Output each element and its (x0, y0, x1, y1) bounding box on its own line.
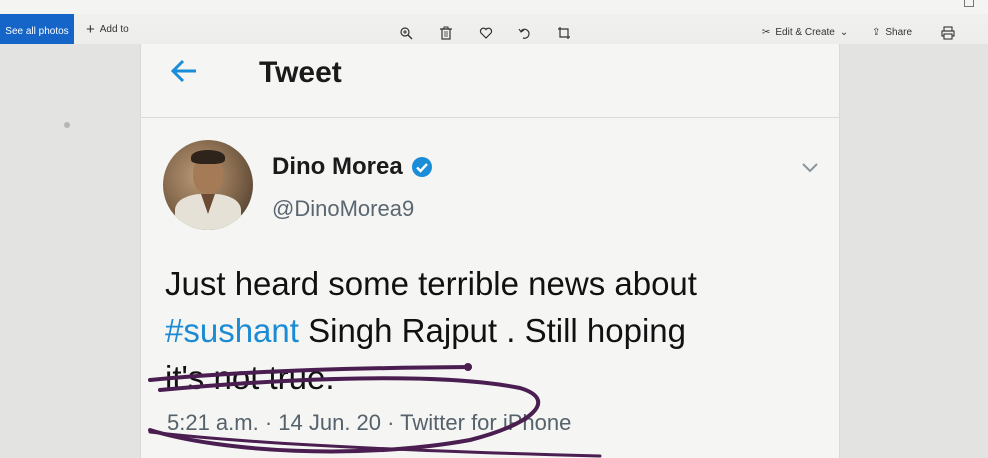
tweet-line-2: #sushant Singh Rajput . Still hoping (165, 307, 825, 354)
verified-badge-icon (411, 157, 432, 177)
edit-create-label: Edit & Create (775, 27, 835, 38)
author-name: Dino Morea (272, 153, 403, 180)
share-icon: ⇪ (872, 27, 881, 38)
author-name-row[interactable]: Dino Morea (272, 153, 433, 181)
share-label: Share (885, 27, 913, 38)
tweet-body: Just heard some terrible news about #sus… (165, 260, 825, 401)
avatar-hair (191, 150, 225, 164)
add-to-label: Add to (99, 24, 129, 35)
tweet-meta: 5:21 a.m. · 14 Jun. 20 · Twitter for iPh… (167, 410, 572, 435)
tweet-line-3: it's not true. (165, 359, 335, 396)
edit-scissors-icon: ✂ (762, 27, 771, 38)
back-arrow-icon[interactable] (168, 56, 202, 86)
crop-icon[interactable] (556, 25, 572, 41)
avatar[interactable] (163, 140, 253, 230)
chevron-down-icon: ⌄ (839, 27, 849, 38)
chevron-down-icon[interactable] (800, 161, 820, 175)
restore-window-icon[interactable] (964, 0, 974, 7)
print-icon[interactable] (940, 25, 956, 41)
page-title: Tweet (259, 56, 342, 89)
share-button[interactable]: ⇪ Share (872, 27, 912, 38)
author-handle[interactable]: @DinoMorea9 (272, 196, 414, 222)
rotate-icon[interactable] (517, 25, 533, 41)
plus-icon: + (86, 20, 95, 38)
hashtag-link[interactable]: #sushant (165, 312, 299, 349)
add-to-button[interactable]: + Add to (86, 20, 129, 38)
favorite-icon[interactable] (478, 25, 494, 41)
zoom-icon[interactable] (398, 25, 414, 41)
title-bar (0, 0, 988, 14)
delete-icon[interactable] (438, 25, 454, 41)
edit-create-button[interactable]: ✂ Edit & Create ⌄ (762, 27, 848, 38)
see-all-photos-button[interactable]: See all photos (0, 14, 74, 48)
see-all-photos-label: See all photos (5, 25, 69, 37)
tweet-line-2-rest: Singh Rajput . Still hoping (298, 312, 687, 349)
screen-speck (64, 122, 70, 128)
header-divider (140, 117, 840, 118)
tweet-line-1: Just heard some terrible news about (165, 265, 697, 302)
